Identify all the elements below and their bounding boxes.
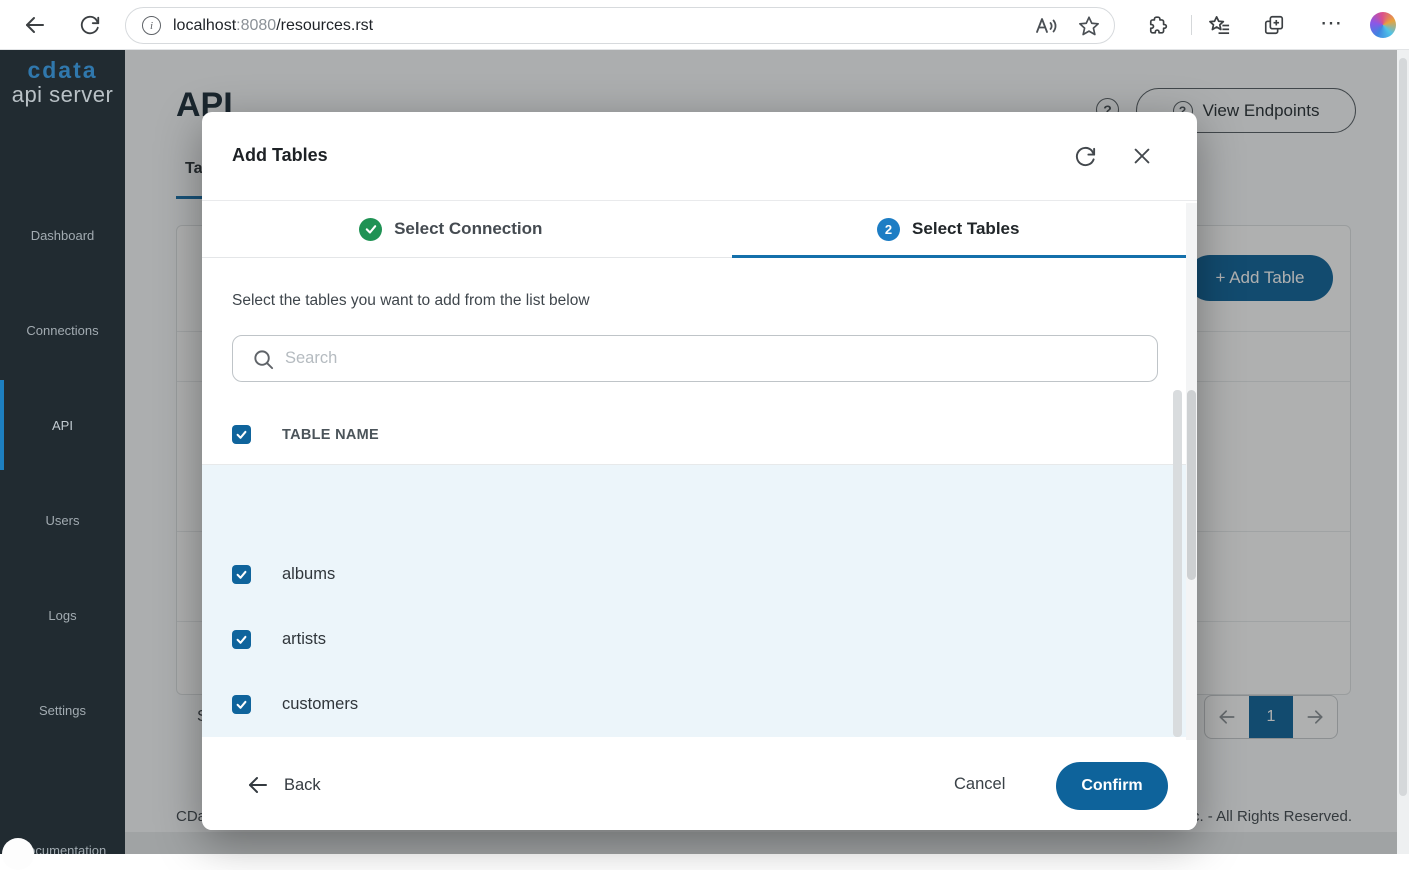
sidebar-item-users[interactable]: Users <box>0 505 125 535</box>
step-select-connection[interactable]: Select Connection <box>202 201 700 257</box>
read-aloud-button[interactable] <box>1034 14 1058 38</box>
logo-api-server: api server <box>0 82 125 108</box>
ellipsis-icon: ⋯ <box>1320 10 1342 36</box>
app-logo: cdata api server <box>0 50 125 108</box>
url-text: localhost:8080/resources.rst <box>173 17 1034 35</box>
table-row-artists[interactable]: artists <box>282 630 326 649</box>
add-tables-modal: Add Tables Select Connection 2 Select Ta… <box>202 112 1197 830</box>
extensions-button[interactable] <box>1147 13 1171 37</box>
star-icon <box>1078 15 1100 37</box>
favorite-star-button[interactable] <box>1078 15 1100 37</box>
sidebar-item-dashboard[interactable]: Dashboard <box>0 220 125 250</box>
modal-close-button[interactable] <box>1129 143 1155 169</box>
modal-footer: Back Cancel Confirm <box>202 740 1197 830</box>
list-scrollbar-thumb[interactable] <box>1173 390 1182 737</box>
close-icon <box>1131 145 1153 167</box>
sidebar-item-logs[interactable]: Logs <box>0 600 125 630</box>
favorites-list-icon <box>1208 14 1231 37</box>
row-checkbox-customers[interactable] <box>232 695 251 714</box>
favorites-bar-button[interactable] <box>1207 13 1231 37</box>
table-list: Tables 11 Selected albums artists custom… <box>202 465 1197 737</box>
search-icon <box>252 348 275 371</box>
sidebar: cdata api server Dashboard Connections A… <box>0 50 125 854</box>
search-input[interactable] <box>285 337 1145 380</box>
logo-cdata: cdata <box>0 57 125 84</box>
refresh-icon <box>1074 145 1097 168</box>
modal-scrollbar[interactable] <box>1186 203 1197 830</box>
step-number-badge: 2 <box>877 218 900 241</box>
modal-instruction: Select the tables you want to add from t… <box>232 292 590 310</box>
puzzle-icon <box>1148 14 1170 36</box>
toolbar-divider <box>1191 15 1192 35</box>
collections-icon <box>1263 14 1285 36</box>
active-nav-indicator <box>0 380 4 470</box>
row-checkbox-artists[interactable] <box>232 630 251 649</box>
page-scrollbar[interactable] <box>1397 50 1409 854</box>
step-done-check-icon <box>359 218 382 241</box>
check-icon <box>235 633 248 646</box>
browser-refresh-button[interactable] <box>78 13 102 37</box>
back-button[interactable]: Back <box>246 773 321 797</box>
browser-back-button[interactable] <box>22 12 48 38</box>
search-box <box>232 335 1158 382</box>
check-icon <box>235 428 248 441</box>
stepper: Select Connection 2 Select Tables <box>202 201 1197 258</box>
sidebar-item-connections[interactable]: Connections <box>0 315 125 345</box>
sidebar-item-settings[interactable]: Settings <box>0 695 125 725</box>
corner-notch <box>2 838 34 870</box>
table-row-albums[interactable]: albums <box>282 565 335 584</box>
url-bar[interactable]: i localhost:8080/resources.rst <box>125 7 1115 44</box>
site-info-icon[interactable]: i <box>142 16 161 35</box>
refresh-icon <box>79 14 101 36</box>
arrow-left-icon <box>246 773 270 797</box>
browser-toolbar: i localhost:8080/resources.rst ⋯ <box>0 0 1409 50</box>
browser-menu-button[interactable]: ⋯ <box>1318 8 1344 38</box>
column-header-table-name: TABLE NAME <box>282 427 379 443</box>
arrow-left-icon <box>23 13 47 37</box>
confirm-button[interactable]: Confirm <box>1056 762 1168 810</box>
row-checkbox-albums[interactable] <box>232 565 251 584</box>
modal-title: Add Tables <box>232 145 328 166</box>
cancel-button[interactable]: Cancel <box>954 775 1005 794</box>
page-scrollbar-thumb[interactable] <box>1399 58 1407 796</box>
active-step-underline <box>732 255 1187 258</box>
modal-scrollbar-thumb[interactable] <box>1187 390 1196 580</box>
step-select-tables[interactable]: 2 Select Tables <box>700 201 1198 257</box>
modal-refresh-button[interactable] <box>1072 143 1098 169</box>
read-aloud-icon <box>1034 14 1058 38</box>
check-icon <box>235 568 248 581</box>
table-row-customers[interactable]: customers <box>282 695 358 714</box>
select-all-checkbox[interactable] <box>232 425 251 444</box>
check-icon <box>235 698 248 711</box>
copilot-icon[interactable] <box>1370 12 1396 38</box>
sidebar-item-api[interactable]: API <box>0 410 125 440</box>
collections-button[interactable] <box>1262 13 1286 37</box>
